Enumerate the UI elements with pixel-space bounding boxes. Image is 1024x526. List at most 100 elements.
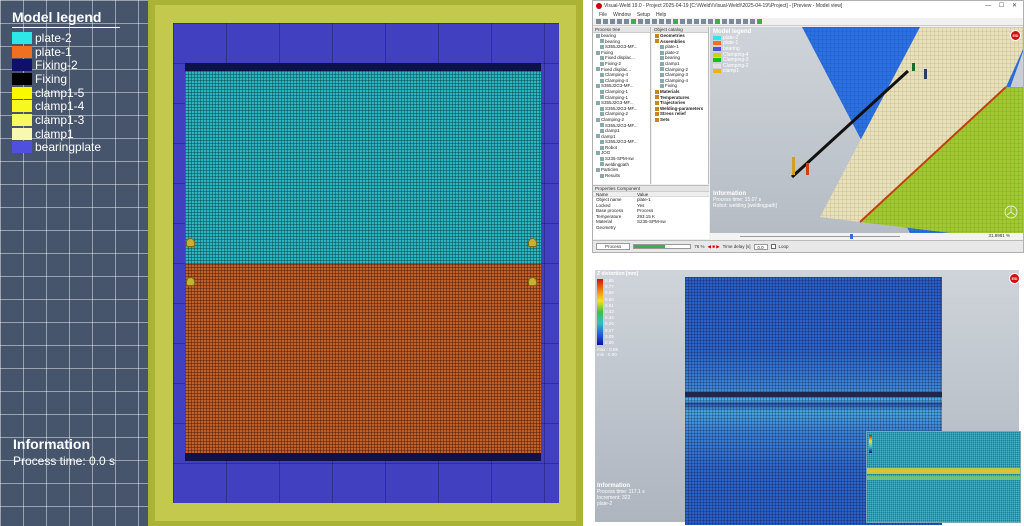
process-tree-label: Results bbox=[605, 172, 621, 178]
toolbar-button-icon[interactable] bbox=[610, 19, 615, 24]
toolbar-button-icon[interactable] bbox=[666, 19, 671, 24]
toolbar-button-icon[interactable] bbox=[701, 19, 706, 24]
properties-pane[interactable]: Properties Component Name Value Object n… bbox=[593, 185, 709, 239]
toolbar-button-icon[interactable] bbox=[645, 19, 650, 24]
tree-node-icon bbox=[600, 145, 604, 150]
toolbar-button-icon[interactable] bbox=[603, 19, 608, 24]
legend-label: Fixing bbox=[35, 71, 68, 86]
inset-heat-band bbox=[867, 476, 1020, 480]
legend-swatch bbox=[12, 127, 32, 140]
toolbar-button-icon[interactable] bbox=[729, 19, 734, 24]
property-value bbox=[637, 225, 703, 231]
catalog-node-icon bbox=[655, 106, 659, 111]
distortion-result-view[interactable]: Z distortion [mm] 0.85 0.77 0.68 0.60 0.51 0.… bbox=[592, 268, 1024, 526]
scale-tick-label: 0.43 bbox=[605, 308, 614, 314]
toolbar-button-icon[interactable] bbox=[715, 19, 720, 24]
legend-label: clamp1-5 bbox=[35, 85, 85, 100]
play-controls[interactable]: ◀ ■ ▶ bbox=[708, 244, 720, 250]
catalog-node-icon bbox=[655, 100, 659, 105]
menu-bar: File Window Setup Help bbox=[593, 11, 1023, 18]
scale-tick-label: 0.17 bbox=[605, 327, 614, 333]
object-catalog-pane[interactable]: Object catalog Geometries Assemblies plate… bbox=[652, 27, 709, 184]
toolbar-button-icon[interactable] bbox=[687, 19, 692, 24]
clamp-marker bbox=[528, 277, 537, 286]
app-window: Visual-Weld 19.0 - Project 2025-04-19 [C… bbox=[592, 0, 1024, 253]
loop-checkbox[interactable] bbox=[770, 244, 776, 249]
fixing-bar-top bbox=[185, 63, 541, 71]
toolbar-button-icon[interactable] bbox=[624, 19, 629, 24]
process-tree-pane[interactable]: Process tree bearing bearing S355J2G3-MF..… bbox=[593, 27, 651, 184]
toolbar-button-icon[interactable] bbox=[722, 19, 727, 24]
legend-swatch bbox=[12, 100, 32, 113]
clamp-marker bbox=[528, 238, 537, 247]
time-slider-track[interactable] bbox=[740, 236, 900, 237]
toolbar-button-icon[interactable] bbox=[659, 19, 664, 24]
progress-fill bbox=[634, 245, 666, 248]
scale-tick-label: 0.51 bbox=[605, 302, 614, 308]
catalog-node-icon bbox=[655, 95, 659, 100]
legend-label: plate-1 bbox=[35, 44, 72, 59]
toolbar-button-icon[interactable] bbox=[708, 19, 713, 24]
menu-item-setup[interactable]: Setup bbox=[637, 12, 650, 18]
toolbar-button-icon[interactable] bbox=[638, 19, 643, 24]
time-slider-knob[interactable] bbox=[850, 234, 853, 239]
toolbar-button-icon[interactable] bbox=[757, 19, 762, 24]
toolbar bbox=[593, 18, 1023, 26]
toolbar-button-icon[interactable] bbox=[652, 19, 657, 24]
3d-model-view[interactable]: Model legend plate-2 plate-1 bearing Clampi… bbox=[710, 27, 1023, 233]
catalog-node-icon bbox=[660, 67, 664, 72]
tree-node-icon bbox=[600, 61, 604, 66]
3d-robot-status: Robot: welding [weldingpath] bbox=[713, 203, 777, 209]
window-controls[interactable]: — ☐ ✕ bbox=[985, 2, 1020, 9]
legend-title: Model legend bbox=[12, 9, 120, 28]
tree-node-icon bbox=[600, 162, 604, 167]
inset-weld-band bbox=[867, 468, 1020, 474]
object-catalog-item[interactable]: Sets bbox=[652, 117, 708, 123]
tree-node-icon bbox=[600, 56, 604, 61]
catalog-node-icon bbox=[660, 61, 664, 66]
scale-tick-label: 0.34 bbox=[605, 315, 614, 321]
menu-item-file[interactable]: File bbox=[599, 12, 607, 18]
toolbar-button-icon[interactable] bbox=[736, 19, 741, 24]
toolbar-button-icon[interactable] bbox=[617, 19, 622, 24]
process-tree-item[interactable]: Results bbox=[593, 173, 650, 179]
scale-tick-label: 0.09 bbox=[605, 333, 614, 339]
toolbar-button-icon[interactable] bbox=[743, 19, 748, 24]
toolbar-button-icon[interactable] bbox=[694, 19, 699, 24]
toolbar-button-icon[interactable] bbox=[596, 19, 601, 24]
zoom-level: 31.8981 % bbox=[988, 233, 1010, 238]
catalog-node-icon bbox=[660, 84, 664, 89]
property-row[interactable]: Geometry bbox=[593, 225, 709, 231]
distortion-legend: Z distortion [mm] 0.85 0.77 0.68 0.60 0.51 0.… bbox=[597, 271, 638, 357]
tree-node-icon bbox=[596, 151, 600, 156]
toolbar-button-icon[interactable] bbox=[673, 19, 678, 24]
tree-node-icon bbox=[600, 89, 604, 94]
legend-label: clamp1-3 bbox=[35, 112, 85, 127]
toolbar-button-icon[interactable] bbox=[631, 19, 636, 24]
legend-swatch bbox=[12, 59, 32, 72]
toolbar-button-icon[interactable] bbox=[680, 19, 685, 24]
menu-item-help[interactable]: Help bbox=[656, 12, 666, 18]
inset-color-scale bbox=[869, 435, 872, 453]
title-bar: Visual-Weld 19.0 - Project 2025-04-19 [C… bbox=[593, 1, 1023, 11]
3d-legend-swatch bbox=[713, 58, 721, 63]
process-selector[interactable]: Process bbox=[596, 243, 631, 250]
inset-view bbox=[866, 431, 1021, 523]
clamp-marker bbox=[186, 277, 195, 286]
legend-item: plate-2 bbox=[12, 31, 120, 45]
distortion-legend-title: Z distortion [mm] bbox=[597, 271, 639, 277]
time-delay-input[interactable]: 0.0 bbox=[753, 243, 768, 250]
menu-item-window[interactable]: Window bbox=[613, 12, 631, 18]
tree-node-icon bbox=[596, 168, 600, 173]
time-slider-bar[interactable]: 31.8981 % bbox=[710, 233, 1023, 240]
object-catalog-label: Sets bbox=[660, 116, 670, 122]
toolbar-button-icon[interactable] bbox=[750, 19, 755, 24]
tree-node-icon bbox=[600, 39, 604, 44]
tree-node-icon bbox=[600, 112, 604, 117]
progress-percent: 76 % bbox=[694, 244, 705, 249]
tree-node-icon bbox=[596, 33, 600, 38]
time-delay-label: Time delay [s] bbox=[722, 244, 751, 249]
legend-item: clamp1-4 bbox=[12, 99, 120, 113]
tree-node-icon bbox=[600, 72, 604, 77]
model-view-left[interactable]: Model legend plate-2 plate-1 Fixing-2 Fixin… bbox=[0, 0, 583, 526]
